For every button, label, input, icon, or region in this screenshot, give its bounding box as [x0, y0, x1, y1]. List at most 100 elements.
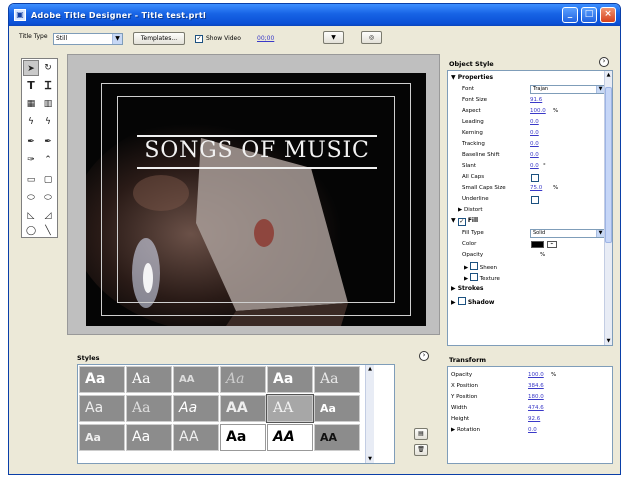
- styles-menu-button[interactable]: ›: [419, 351, 429, 361]
- title-bar[interactable]: ▣ Adobe Title Designer - Title test.prtl…: [9, 4, 620, 26]
- opacity-value[interactable]: 100.0: [528, 370, 544, 381]
- underline-checkbox[interactable]: [531, 196, 539, 204]
- strokes-section[interactable]: ▶ Strokes: [451, 285, 483, 292]
- title-text-object[interactable]: SONGS OF MUSIC: [137, 133, 377, 171]
- properties-section[interactable]: ▼ Properties: [451, 74, 493, 81]
- stop-button[interactable]: ◎: [361, 31, 382, 44]
- vertical-type-tool-icon[interactable]: Ɪ: [40, 78, 56, 94]
- slant-value[interactable]: 0.0: [530, 161, 539, 172]
- styles-scrollbar[interactable]: ▲ ▼: [365, 365, 374, 463]
- distort-row[interactable]: ▶ Distort: [448, 205, 608, 216]
- style-swatch[interactable]: Aa: [79, 424, 125, 451]
- title-type-select[interactable]: Still ▼: [53, 33, 123, 45]
- rotation-label[interactable]: ▶ Rotation: [451, 425, 480, 436]
- ellipse-tool-icon[interactable]: ◯: [23, 223, 39, 239]
- shadow-checkbox[interactable]: [457, 297, 466, 305]
- add-anchor-tool-icon[interactable]: ✒: [40, 134, 56, 150]
- style-swatch[interactable]: Aa: [126, 366, 172, 393]
- style-swatch[interactable]: AA: [314, 424, 360, 451]
- vertical-path-type-tool-icon[interactable]: ϟ: [40, 114, 56, 130]
- minimize-button[interactable]: _: [562, 7, 578, 23]
- sheen-row[interactable]: ▶ Sheen: [448, 261, 608, 272]
- trash-icon[interactable]: 🗑: [414, 444, 428, 456]
- aspect-value[interactable]: 100.0: [530, 106, 546, 117]
- style-swatch[interactable]: Aa: [267, 366, 313, 393]
- drawing-area[interactable]: SONGS OF MUSIC: [67, 54, 440, 335]
- sheen-checkbox[interactable]: [469, 262, 478, 270]
- convert-anchor-tool-icon[interactable]: ⌃: [40, 152, 56, 168]
- style-swatch[interactable]: AA: [267, 424, 313, 451]
- style-swatch[interactable]: Aa: [173, 395, 219, 422]
- scroll-down-icon[interactable]: ▼: [366, 455, 374, 463]
- fill-section[interactable]: ▼ ✓ Fill: [451, 217, 478, 226]
- style-swatch[interactable]: AA: [220, 395, 266, 422]
- style-swatch[interactable]: Aa: [220, 366, 266, 393]
- scroll-up-icon[interactable]: ▲: [605, 71, 612, 79]
- width-label: Width: [451, 405, 467, 411]
- vertical-area-type-tool-icon[interactable]: ▥: [40, 96, 56, 112]
- rotation-value[interactable]: 0.0: [528, 425, 537, 436]
- object-style-scrollbar[interactable]: ▲ ▼: [604, 71, 612, 345]
- scrollbar-thumb[interactable]: [605, 87, 612, 243]
- clipped-corner-rectangle-tool-icon[interactable]: ⬭: [23, 190, 39, 206]
- line-tool-icon[interactable]: ╲: [40, 223, 56, 239]
- font-select[interactable]: Trajan ▼: [530, 85, 605, 94]
- style-swatch[interactable]: AA: [173, 366, 219, 393]
- show-video-checkbox[interactable]: ✓: [195, 35, 203, 43]
- style-swatch[interactable]: Aa: [126, 395, 172, 422]
- timecode-field[interactable]: 00;00: [257, 35, 274, 42]
- all-caps-checkbox[interactable]: [531, 174, 539, 182]
- selection-tool-icon[interactable]: ➤: [23, 60, 39, 76]
- delete-anchor-tool-icon[interactable]: ✑: [23, 152, 39, 168]
- property-row-color: Color ⌁: [448, 239, 608, 250]
- x-position-value[interactable]: 384.6: [528, 381, 544, 392]
- small-caps-size-value[interactable]: 75.0: [530, 183, 542, 194]
- rounded-corner-rectangle-tool-icon[interactable]: ⬭: [40, 190, 56, 206]
- scroll-down-icon[interactable]: ▼: [605, 337, 612, 345]
- fill-type-select[interactable]: Solid ▼: [530, 229, 605, 238]
- path-type-tool-icon[interactable]: ϟ: [23, 114, 39, 130]
- style-swatch[interactable]: Aa: [314, 395, 360, 422]
- scroll-up-icon[interactable]: ▲: [366, 365, 374, 373]
- wedge-tool-icon[interactable]: ◺: [23, 208, 39, 224]
- style-swatch[interactable]: Aa: [79, 395, 125, 422]
- leading-value[interactable]: 0.0: [530, 117, 539, 128]
- width-value[interactable]: 474.6: [528, 403, 544, 414]
- pen-tool-icon[interactable]: ✒: [23, 134, 39, 150]
- style-swatch[interactable]: Aa: [79, 366, 125, 393]
- type-tool-icon[interactable]: T: [23, 78, 39, 94]
- style-swatch[interactable]: Aa: [126, 424, 172, 451]
- property-row-aspect: Aspect 100.0 %: [448, 106, 608, 117]
- tracking-value[interactable]: 0.0: [530, 139, 539, 150]
- shadow-section[interactable]: ▶ Shadow: [451, 296, 494, 306]
- expand-triangle-icon: ▼: [451, 74, 456, 81]
- style-swatch[interactable]: Aa: [220, 424, 266, 451]
- kerning-label: Kerning: [462, 130, 483, 136]
- y-position-value[interactable]: 180.0: [528, 392, 544, 403]
- shadow-heading: Shadow: [467, 299, 495, 306]
- maximize-button[interactable]: □: [581, 7, 597, 23]
- texture-checkbox[interactable]: [469, 273, 478, 281]
- transform-row-x-position: X Position 384.6: [448, 381, 608, 392]
- style-swatch-selected[interactable]: AA: [266, 394, 314, 423]
- templates-button[interactable]: Templates...: [133, 32, 185, 45]
- style-swatch[interactable]: AA: [173, 424, 219, 451]
- baseline-shift-value[interactable]: 0.0: [530, 150, 539, 161]
- rotation-tool-icon[interactable]: ↻: [40, 60, 56, 76]
- close-button[interactable]: ×: [600, 7, 616, 23]
- rectangle-tool-icon[interactable]: ▭: [23, 172, 39, 188]
- texture-row[interactable]: ▶ Texture: [448, 272, 608, 283]
- sync-frame-button[interactable]: ▼: [323, 31, 344, 44]
- object-style-menu-button[interactable]: ›: [599, 57, 609, 67]
- fill-checkbox[interactable]: ✓: [457, 218, 466, 226]
- style-swatch[interactable]: Aa: [314, 366, 360, 393]
- save-style-icon[interactable]: ▤: [414, 428, 428, 440]
- font-size-value[interactable]: 91.6: [530, 95, 542, 106]
- kerning-value[interactable]: 0.0: [530, 128, 539, 139]
- arc-tool-icon[interactable]: ◿: [40, 208, 56, 224]
- eyedropper-icon[interactable]: ⌁: [547, 241, 557, 248]
- color-swatch[interactable]: [531, 241, 544, 248]
- area-type-tool-icon[interactable]: ▦: [23, 96, 39, 112]
- height-value[interactable]: 92.6: [528, 414, 540, 425]
- rounded-rectangle-tool-icon[interactable]: ▢: [40, 172, 56, 188]
